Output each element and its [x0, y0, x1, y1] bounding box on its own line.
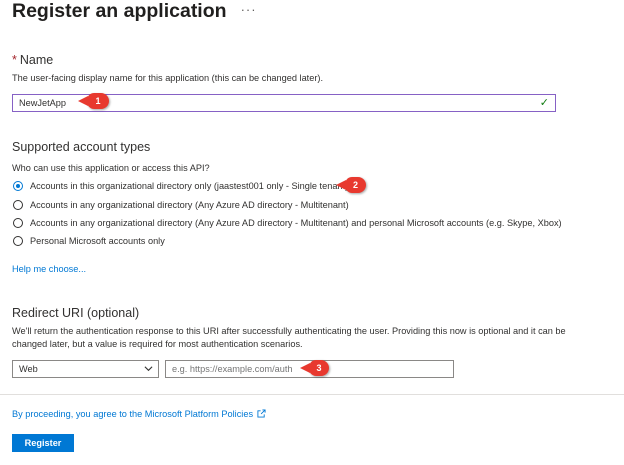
account-types-question: Who can use this application or access t…	[12, 163, 210, 173]
callout-badge-3: 3	[300, 360, 329, 376]
redirect-description-line1: We'll return the authentication response…	[12, 326, 566, 336]
callout-badge-1: 1	[78, 93, 109, 109]
external-link-icon	[257, 409, 266, 418]
radio-button[interactable]	[13, 236, 23, 246]
name-description: The user-facing display name for this ap…	[12, 73, 324, 83]
radio-option-single-tenant[interactable]: Accounts in this organizational director…	[13, 179, 348, 193]
register-button[interactable]: Register	[12, 434, 74, 452]
radio-option-label: Personal Microsoft accounts only	[30, 236, 165, 246]
platform-select[interactable]: Web	[12, 360, 159, 378]
callout-number: 2	[352, 180, 358, 190]
radio-button-checked[interactable]	[13, 181, 23, 191]
radio-option-multitenant[interactable]: Accounts in any organizational directory…	[13, 198, 349, 212]
redirect-uri-heading: Redirect URI (optional)	[12, 306, 140, 320]
callout-badge-2: 2	[336, 177, 366, 193]
footer-divider	[0, 394, 624, 395]
radio-option-multitenant-personal[interactable]: Accounts in any organizational directory…	[13, 216, 562, 230]
radio-button[interactable]	[13, 218, 23, 228]
help-me-choose-link[interactable]: Help me choose...	[12, 264, 86, 274]
callout-number: 3	[316, 363, 322, 373]
page-title: Register an application ···	[12, 0, 257, 23]
callout-number: 1	[95, 96, 101, 106]
more-options-icon[interactable]: ···	[241, 2, 257, 17]
radio-button[interactable]	[13, 200, 23, 210]
chevron-down-icon	[144, 366, 153, 372]
radio-option-label: Accounts in any organizational directory…	[30, 200, 349, 210]
name-heading: * Name	[12, 53, 53, 67]
radio-option-personal-only[interactable]: Personal Microsoft accounts only	[13, 234, 165, 248]
platform-policies-link[interactable]: By proceeding, you agree to the Microsof…	[12, 409, 266, 419]
name-input-value: NewJetApp	[19, 98, 66, 108]
valid-check-icon: ✓	[539, 97, 549, 109]
account-types-heading: Supported account types	[12, 140, 151, 154]
required-marker: *	[12, 53, 17, 67]
platform-select-value: Web	[19, 364, 38, 374]
radio-option-label: Accounts in this organizational director…	[30, 181, 349, 191]
name-heading-text: Name	[19, 53, 54, 67]
radio-option-label: Accounts in any organizational directory…	[30, 218, 562, 228]
page-title-text: Register an application	[12, 0, 227, 22]
redirect-description-line2: changed later, but a value is required f…	[12, 339, 303, 349]
platform-policies-text: By proceeding, you agree to the Microsof…	[12, 409, 254, 419]
